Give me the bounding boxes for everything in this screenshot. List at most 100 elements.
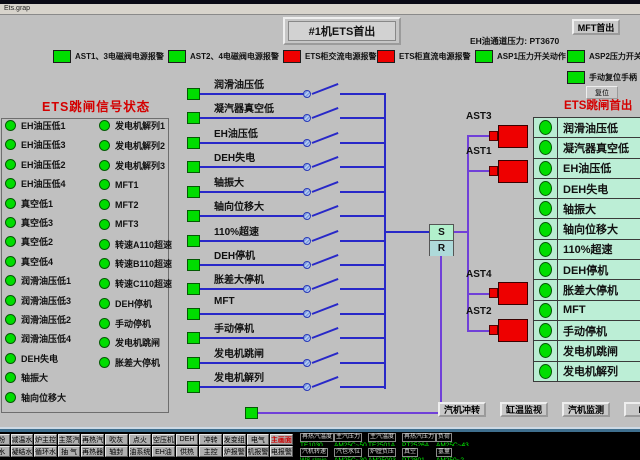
taskbar-button[interactable]: 冲转 — [199, 434, 222, 445]
valve-connector — [489, 325, 498, 335]
open-contact-icon — [312, 83, 339, 95]
ets-firstout-button[interactable]: #1机ETS首出 — [283, 17, 401, 45]
nav-buttons: 汽机冲转 缸温监视 汽机监测 DEH — [438, 402, 640, 417]
signal-label: DEH失电 — [214, 149, 255, 164]
taskbar-button[interactable]: 给水 — [0, 446, 10, 457]
window-titlebar[interactable]: Ets.grap — [0, 4, 640, 15]
eh-oil-pressure-label: EH油通道压力: PT3670 — [470, 35, 559, 47]
nav-button[interactable]: DEH — [624, 402, 640, 417]
status-row: 发电机跳闸 — [99, 336, 160, 349]
nav-button[interactable]: 汽机监测 — [562, 402, 610, 417]
taskbar-button[interactable]: 循环水 — [34, 446, 57, 457]
set-output-wire — [454, 231, 467, 233]
first-out-lamp-cell — [533, 198, 558, 219]
status-lamp-square — [567, 71, 585, 84]
status-row: EH油压低4 — [5, 177, 66, 190]
status-row: EH油压低3 — [5, 138, 66, 151]
status-lamp-square — [283, 50, 301, 63]
legend-item: ASP2压力开关动作 — [567, 50, 640, 63]
taskbar-button[interactable]: 炉报警 — [223, 446, 246, 457]
legend-label: ETS柜交流电源报警 — [305, 51, 377, 62]
taskbar-button[interactable]: 主控 — [199, 446, 222, 457]
first-out-row: 胀差大停机 — [533, 279, 640, 300]
status-lamp — [99, 357, 110, 368]
taskbar-button[interactable]: 减温水 — [11, 434, 34, 445]
ets-firstout-button-label: #1机ETS首出 — [288, 21, 396, 41]
taskbar-button[interactable]: EH油 — [152, 446, 175, 457]
signal-lamp-square — [187, 210, 200, 222]
status-lamp — [5, 120, 16, 131]
taskbar-button[interactable]: 电报警 — [270, 446, 293, 457]
status-lamp — [5, 392, 16, 403]
status-label: EH油压低3 — [21, 138, 66, 151]
taskbar-button[interactable]: 制粉 — [0, 434, 10, 445]
manual-reset-label: 手动复位手柄 — [589, 72, 637, 83]
signal-wire — [340, 313, 386, 315]
readout-cell: 再热汽温度 TE1030 — [300, 433, 334, 446]
taskbar-button[interactable]: 机报警 — [247, 446, 270, 457]
nav-button[interactable]: 汽机冲转 — [438, 402, 486, 417]
signal-wire — [200, 337, 304, 339]
open-contact-icon — [312, 107, 339, 119]
status-label: 转速A110超速 — [115, 238, 172, 251]
first-out-label: 润滑油压低 — [558, 117, 640, 138]
first-out-lamp-cell — [533, 300, 558, 321]
status-label: 发电机解列1 — [115, 119, 165, 132]
readout-cell: 再热汽压力 PT2526A — [402, 433, 436, 446]
taskbar-button[interactable]: 油系统 — [129, 446, 152, 457]
taskbar-button[interactable]: 电气 — [247, 434, 270, 445]
taskbar-button[interactable]: 凝结水 — [11, 446, 34, 457]
nav-button[interactable]: 缸温监视 — [500, 402, 548, 417]
taskbar-button[interactable]: DEH — [176, 434, 199, 445]
taskbar-button[interactable]: 主画面 — [270, 434, 293, 445]
taskbar-button[interactable]: 再热器 — [81, 446, 104, 457]
taskbar-row-2: 给水 凝结水 循环水 抽 气 再热器 轴封 油系统 EH油 供热 主控 炉报警 — [0, 446, 293, 457]
signal-wire — [200, 386, 304, 388]
status-row: 轴向位移大 — [5, 391, 66, 404]
first-out-lamp — [539, 140, 552, 155]
first-out-label: 轴振大 — [558, 198, 640, 219]
taskbar-button[interactable]: 炉主控 — [34, 434, 57, 445]
contact-terminal-icon — [303, 285, 311, 293]
taskbar-button[interactable]: 再热汽 — [81, 434, 104, 445]
status-row: MFT1 — [99, 178, 139, 191]
taskbar-button[interactable]: 供热 — [176, 446, 199, 457]
signal-wire — [340, 166, 386, 168]
status-row: 润滑油压低4 — [5, 332, 71, 345]
taskbar-button[interactable]: 空压机 — [152, 434, 175, 445]
first-out-lamp-cell — [533, 340, 558, 361]
signal-wire — [340, 386, 386, 388]
open-contact-icon — [312, 303, 339, 315]
signal-lamp-square — [187, 381, 200, 393]
status-label: MFT3 — [115, 219, 139, 229]
status-lamp — [99, 160, 110, 171]
status-label: 润滑油压低3 — [21, 294, 71, 307]
signal-wire — [200, 117, 304, 119]
window-title: Ets.grap — [4, 5, 30, 12]
readout-cell: 真空 PT2801 — [402, 448, 436, 460]
readout-label: 主汽压力 — [334, 433, 362, 442]
first-out-label: 轴向位移大 — [558, 218, 640, 239]
taskbar-button[interactable]: 发变组 — [223, 434, 246, 445]
signal-wire — [200, 264, 304, 266]
taskbar-button[interactable]: 吹灰 — [105, 434, 128, 445]
taskbar-button[interactable]: 点火 — [129, 434, 152, 445]
legend-item: ETS柜直流电源报警 — [377, 50, 471, 63]
signal-wire — [200, 215, 304, 217]
taskbar-button[interactable]: 抽 气 — [58, 446, 81, 457]
status-row: MFT3 — [99, 218, 139, 231]
first-out-lamp-cell — [533, 279, 558, 300]
mft-firstout-button[interactable]: MFT首出 — [572, 19, 620, 35]
legend-item: ETS柜交流电源报警 — [283, 50, 377, 63]
taskbar-button[interactable]: 轴封 — [105, 446, 128, 457]
sr-reset-cell: R — [430, 241, 453, 256]
first-out-row: 润滑油压低 — [533, 117, 640, 138]
first-out-lamp-cell — [533, 178, 558, 199]
signal-wire — [200, 191, 304, 193]
status-lamp — [99, 278, 110, 289]
collector-bus-wire — [384, 93, 386, 389]
signal-lamp-square — [187, 161, 200, 173]
taskbar-button[interactable]: 主蒸汽 — [58, 434, 81, 445]
contact-terminal-icon — [303, 310, 311, 318]
first-out-label: EH油压低 — [558, 158, 640, 179]
